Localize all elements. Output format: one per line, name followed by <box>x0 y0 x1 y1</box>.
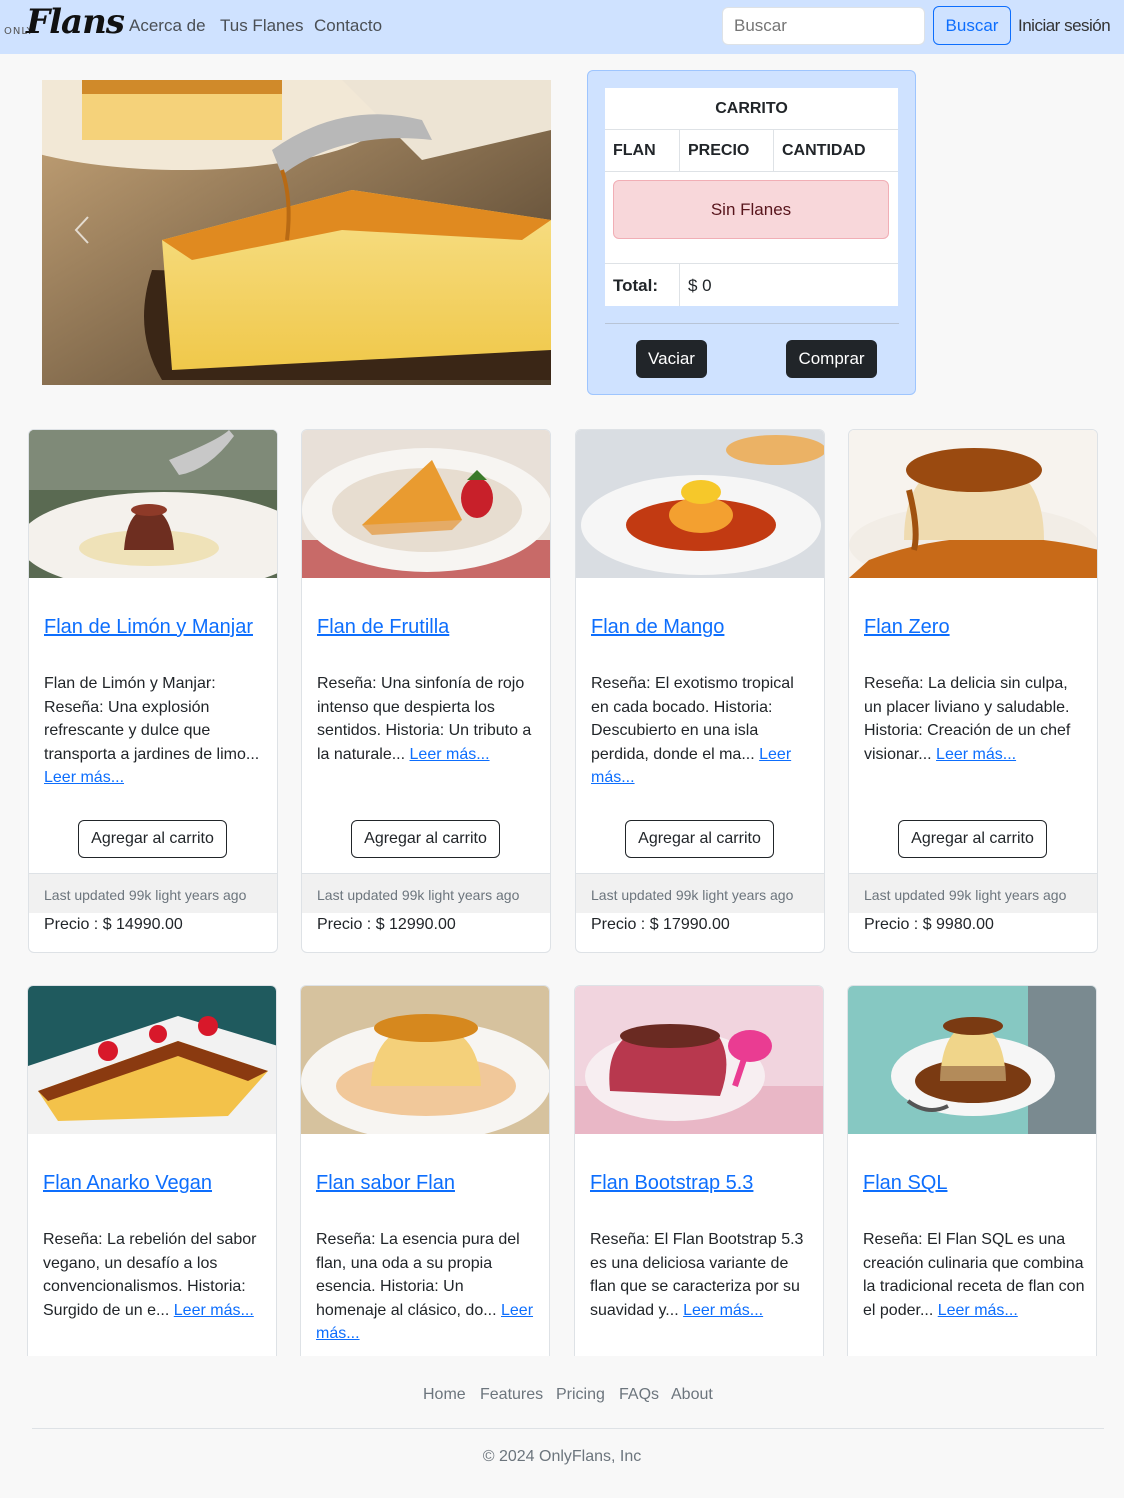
last-updated-text: Last updated 99k light years ago <box>864 887 1067 903</box>
nav-link-contact[interactable]: Contacto <box>314 16 382 36</box>
flan-card-image <box>302 430 550 578</box>
flan-card: Flan sabor Flan Reseña: La esencia pura … <box>300 985 550 1405</box>
cart-column-price: PRECIO <box>688 142 750 159</box>
nav-link-your-flans[interactable]: Tus Flanes <box>220 16 303 36</box>
card-footer: Last updated 99k light years ago <box>29 873 277 913</box>
card-footer: Last updated 99k light years ago <box>302 873 550 913</box>
read-more-link[interactable]: Leer más... <box>683 1302 763 1319</box>
flan-card-price: Precio : $ 9980.00 <box>864 916 994 933</box>
login-link[interactable]: Iniciar sesión <box>1018 16 1111 36</box>
hero-flan-image <box>42 80 551 385</box>
footer-link-about[interactable]: About <box>671 1386 713 1404</box>
flan-card-description: Reseña: La rebelión del sabor vegano, un… <box>43 1228 265 1322</box>
flan-card-image <box>849 430 1097 578</box>
read-more-link[interactable]: Leer más... <box>410 746 490 763</box>
search-input[interactable] <box>722 7 925 45</box>
add-to-cart-button[interactable]: Agregar al carrito <box>898 820 1047 858</box>
cart-panel: CARRITO FLAN PRECIO CANTIDAD Sin Flanes … <box>587 70 916 395</box>
flan-card-image <box>28 986 276 1134</box>
cart-total-row: Total: $ 0 <box>605 264 898 306</box>
page-footer: Home Features Pricing FAQs About © 2024 … <box>0 1356 1124 1498</box>
flan-card: Flan Bootstrap 5.3 Reseña: El Flan Boots… <box>574 985 824 1405</box>
flan-card-description: Reseña: La delicia sin culpa, un placer … <box>864 672 1086 766</box>
footer-link-home[interactable]: Home <box>423 1386 466 1404</box>
flan-card-image <box>576 430 824 578</box>
flan-card-image <box>575 986 823 1134</box>
search-button[interactable]: Buscar <box>933 6 1011 45</box>
cart-column-flan: FLAN <box>613 142 656 159</box>
last-updated-text: Last updated 99k light years ago <box>317 887 520 903</box>
flan-card-title[interactable]: Flan sabor Flan <box>316 1172 455 1195</box>
flan-card-image <box>29 430 277 578</box>
cart-empty-row: Sin Flanes <box>605 172 898 264</box>
flan-card-title[interactable]: Flan de Mango <box>591 616 724 639</box>
flan-card-description: Flan de Limón y Manjar: Reseña: Una expl… <box>44 672 266 790</box>
card-footer: Last updated 99k light years ago <box>576 873 824 913</box>
flan-card-description-text: Reseña: La esencia pura del flan, una od… <box>316 1231 520 1319</box>
flan-card-description: Reseña: El exotismo tropical en cada boc… <box>591 672 813 790</box>
nav-link-about[interactable]: Acerca de <box>129 16 206 36</box>
flan-card-title[interactable]: Flan SQL <box>863 1172 947 1195</box>
add-to-cart-button[interactable]: Agregar al carrito <box>351 820 500 858</box>
flan-card-description: Reseña: El Flan Bootstrap 5.3 es una del… <box>590 1228 812 1322</box>
copyright-text: © 2024 OnlyFlans, Inc <box>482 1448 642 1465</box>
last-updated-text: Last updated 99k light years ago <box>591 887 794 903</box>
footer-link-pricing[interactable]: Pricing <box>556 1386 605 1404</box>
footer-link-faqs[interactable]: FAQs <box>619 1386 659 1404</box>
flan-card-title[interactable]: Flan Bootstrap 5.3 <box>590 1172 753 1195</box>
carousel-prev-icon[interactable] <box>72 215 92 245</box>
flan-card-title[interactable]: Flan Zero <box>864 616 950 639</box>
flan-card-title[interactable]: Flan de Frutilla <box>317 616 449 639</box>
flan-card-price: Precio : $ 12990.00 <box>317 916 456 933</box>
navbar: ONLY Flans Acerca de Tus Flanes Contacto… <box>0 0 1124 54</box>
flan-card: Flan SQL Reseña: El Flan SQL es una crea… <box>847 985 1097 1405</box>
flan-card: Flan de Frutilla Reseña: Una sinfonía de… <box>301 429 551 953</box>
cart-header-row: FLAN PRECIO CANTIDAD <box>605 130 898 172</box>
flan-card-price: Precio : $ 14990.00 <box>44 916 183 933</box>
cart-total-label: Total: <box>613 276 659 295</box>
read-more-link[interactable]: Leer más... <box>936 746 1016 763</box>
flan-card-description: Reseña: La esencia pura del flan, una od… <box>316 1228 538 1346</box>
cart-table: CARRITO FLAN PRECIO CANTIDAD Sin Flanes … <box>605 88 898 306</box>
read-more-link[interactable]: Leer más... <box>174 1302 254 1319</box>
flan-card-title[interactable]: Flan de Limón y Manjar <box>44 616 253 639</box>
flan-card-description: Reseña: Una sinfonía de rojo intenso que… <box>317 672 539 766</box>
flan-card: Flan de Limón y Manjar Flan de Limón y M… <box>28 429 278 953</box>
read-more-link[interactable]: Leer más... <box>938 1302 1018 1319</box>
card-footer: Last updated 99k light years ago <box>849 873 1097 913</box>
add-to-cart-button[interactable]: Agregar al carrito <box>78 820 227 858</box>
flan-card-description-text: Flan de Limón y Manjar: Reseña: Una expl… <box>44 675 260 763</box>
flan-card: Flan Anarko Vegan Reseña: La rebelión de… <box>27 985 277 1405</box>
cart-title: CARRITO <box>605 88 898 130</box>
clear-cart-button[interactable]: Vaciar <box>636 340 707 378</box>
hero-carousel <box>42 80 551 385</box>
footer-link-features[interactable]: Features <box>480 1386 543 1404</box>
last-updated-text: Last updated 99k light years ago <box>44 887 247 903</box>
logo-script-text: Flans <box>26 2 125 42</box>
add-to-cart-button[interactable]: Agregar al carrito <box>625 820 774 858</box>
cart-empty-alert: Sin Flanes <box>613 180 889 239</box>
cart-total-value: $ 0 <box>688 276 712 295</box>
flan-card-title[interactable]: Flan Anarko Vegan <box>43 1172 212 1195</box>
flan-card-description: Reseña: El Flan SQL es una creación culi… <box>863 1228 1085 1322</box>
footer-divider <box>32 1428 1104 1429</box>
flan-card: Flan Zero Reseña: La delicia sin culpa, … <box>848 429 1098 953</box>
cart-column-quantity: CANTIDAD <box>782 142 866 159</box>
read-more-link[interactable]: Leer más... <box>44 769 124 786</box>
buy-button[interactable]: Comprar <box>786 340 877 378</box>
flan-card-price: Precio : $ 17990.00 <box>591 916 730 933</box>
cart-divider <box>605 323 899 324</box>
flan-card-image <box>301 986 549 1134</box>
flan-card: Flan de Mango Reseña: El exotismo tropic… <box>575 429 825 953</box>
flan-card-image <box>848 986 1096 1134</box>
